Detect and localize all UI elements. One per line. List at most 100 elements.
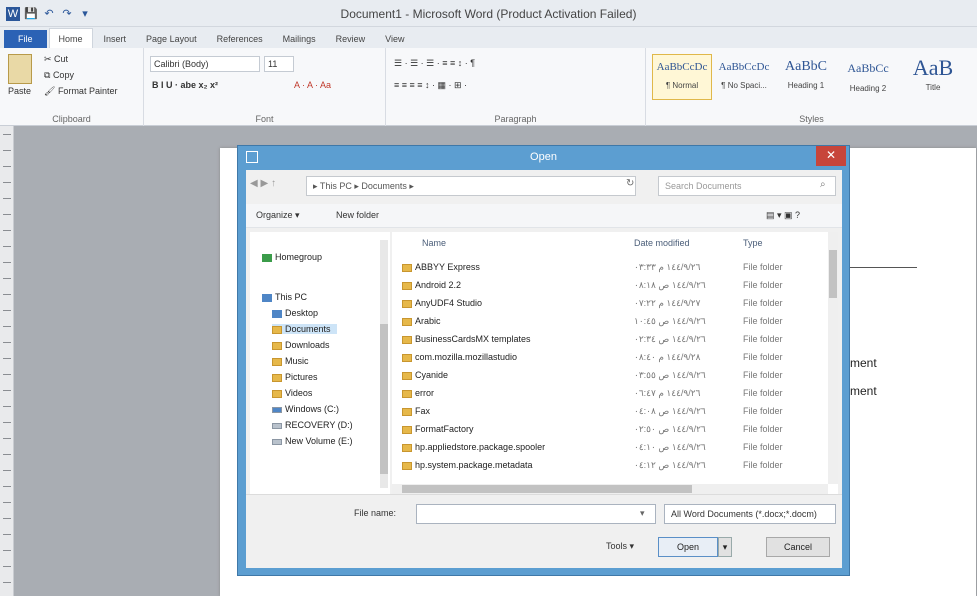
view-options-icons[interactable]: ▤ ▾ ▣ ? xyxy=(766,210,800,221)
file-date: ١٤٤/٩/٢٦ ص ٠٤:١٢ xyxy=(634,460,706,470)
file-row[interactable]: Android 2.2 ١٤٤/٩/٢٦ ص ٠٨:١٨ File folder xyxy=(402,276,822,294)
nav-drive-c[interactable]: Windows (C:) xyxy=(272,404,339,414)
nav-desktop[interactable]: Desktop xyxy=(272,308,318,318)
folder-icon xyxy=(402,461,412,470)
file-name-text: AnyUDF4 Studio xyxy=(415,298,483,308)
nav-videos[interactable]: Videos xyxy=(272,388,312,398)
file-row[interactable]: hp.appliedstore.package.spooler ١٤٤/٩/٢٦ … xyxy=(402,438,822,456)
nav-drive-e[interactable]: New Volume (E:) xyxy=(272,436,353,446)
ruler-tick xyxy=(3,358,11,359)
ruler-tick xyxy=(3,134,11,135)
style-sample: AaBbCcDc xyxy=(656,61,708,73)
nav-homegroup[interactable]: Homegroup xyxy=(262,252,322,262)
open-dropdown-button[interactable]: ▾ xyxy=(718,537,732,557)
file-row[interactable]: Fax ١٤٤/٩/٢٦ ص ٠٤:٠٨ File folder xyxy=(402,402,822,420)
tab-file[interactable]: File xyxy=(4,30,47,48)
scissors-icon: ✂ xyxy=(44,54,55,64)
nav-this-pc[interactable]: This PC xyxy=(262,292,307,302)
style-title[interactable]: AaB Title xyxy=(900,54,966,100)
file-row[interactable]: com.mozilla.mozillastudio ١٤٤/٩/٢٨ م ٠٨:٤… xyxy=(402,348,822,366)
column-name-header[interactable]: Name xyxy=(422,238,446,248)
column-type-header[interactable]: Type xyxy=(743,238,763,248)
style-no-spacing[interactable]: AaBbCcDc ¶ No Spaci... xyxy=(714,54,774,100)
folder-icon xyxy=(402,281,412,290)
refresh-icon[interactable]: ↻ xyxy=(626,178,634,189)
file-name-text: com.mozilla.mozillastudio xyxy=(415,352,518,362)
style-name: ¶ No Spaci... xyxy=(721,81,767,90)
downloads-icon xyxy=(272,341,282,350)
ribbon: Paste ✂ Cut ⧉ Copy 🖌 Format Painter Clip… xyxy=(0,48,977,126)
tab-home[interactable]: Home xyxy=(48,28,93,48)
tab-page-layout[interactable]: Page Layout xyxy=(137,30,206,48)
back-forward-up-icons[interactable]: ◀ ▶ ↑ xyxy=(250,178,276,189)
search-icon[interactable]: ⌕ xyxy=(820,179,826,190)
cancel-button[interactable]: Cancel xyxy=(766,537,830,557)
font-color-buttons[interactable]: A · A · Aa xyxy=(294,80,331,90)
paste-icon[interactable] xyxy=(8,54,32,84)
cut-label: Cut xyxy=(54,54,69,64)
homegroup-icon xyxy=(262,253,272,262)
ruler-tick xyxy=(3,342,11,343)
new-folder-button[interactable]: New folder xyxy=(336,210,379,220)
file-date: ١٤٤/٩/٢٦ ص ٠٤:١٠ xyxy=(634,442,706,452)
tab-view[interactable]: View xyxy=(376,30,413,48)
style-normal[interactable]: AaBbCcDc ¶ Normal xyxy=(652,54,712,100)
folder-icon xyxy=(402,335,412,344)
file-row[interactable]: AnyUDF4 Studio ١٤٤/٩/٢٧ م ٠٧:٢٢ File folde… xyxy=(402,294,822,312)
nav-drive-d[interactable]: RECOVERY (D:) xyxy=(272,420,353,430)
tab-insert[interactable]: Insert xyxy=(95,30,136,48)
font-name-select[interactable]: Calibri (Body) xyxy=(150,56,260,72)
file-name-input[interactable] xyxy=(416,504,656,524)
ruler-tick xyxy=(3,198,11,199)
nav-pictures[interactable]: Pictures xyxy=(272,372,318,382)
nav-scroll-thumb[interactable] xyxy=(380,324,388,474)
horizontal-scroll-thumb[interactable] xyxy=(402,485,692,493)
paste-button[interactable]: Paste xyxy=(8,86,31,96)
font-size-select[interactable]: 11 xyxy=(264,56,294,72)
vertical-scroll-thumb[interactable] xyxy=(829,250,837,298)
file-name: FormatFactory xyxy=(402,420,474,438)
file-row[interactable]: BusinessCardsMX templates ١٤٤/٩/٢٦ ص ٠٢:٣… xyxy=(402,330,822,348)
open-button[interactable]: Open xyxy=(658,537,718,557)
file-row[interactable]: FormatFactory ١٤٤/٩/٢٦ ص ٠٢:٥٠ File folder xyxy=(402,420,822,438)
font-label: Font xyxy=(255,114,274,124)
style-heading-2[interactable]: AaBbCc Heading 2 xyxy=(838,54,898,100)
tools-button[interactable]: Tools ▾ xyxy=(606,541,634,552)
file-name-text: Arabic xyxy=(415,316,441,326)
file-row[interactable]: error ١٤٤/٩/٢٦ م ٠٦:٤٧ File folder xyxy=(402,384,822,402)
chevron-down-icon[interactable]: ▾ xyxy=(640,508,645,519)
file-type: File folder xyxy=(743,352,783,362)
file-row[interactable]: Arabic ١٤٤/٩/٢٦ ص ١٠:٤٥ File folder xyxy=(402,312,822,330)
style-heading-1[interactable]: AaBbC Heading 1 xyxy=(776,54,836,100)
format-painter-button[interactable]: 🖌 Format Painter xyxy=(44,86,117,97)
file-row[interactable]: Cyanide ١٤٤/٩/٢٦ ص ٠٣:٥٥ File folder xyxy=(402,366,822,384)
folder-icon xyxy=(402,299,412,308)
folder-icon xyxy=(402,353,412,362)
alignment-buttons[interactable]: ≡ ≡ ≡ ≡ ↕ · ▦ · ⊞ · xyxy=(394,80,467,91)
file-row[interactable]: hp.system.package.metadata ١٤٤/٩/٢٦ ص ٠٤:… xyxy=(402,456,822,474)
dialog-title: Open xyxy=(530,151,557,163)
music-icon xyxy=(272,357,282,366)
ruler-tick xyxy=(3,406,11,407)
organize-button[interactable]: Organize ▾ xyxy=(256,210,300,221)
address-bar[interactable]: ▸ This PC ▸ Documents ▸ xyxy=(306,176,636,196)
nav-music[interactable]: Music xyxy=(272,356,309,366)
file-type-select[interactable]: All Word Documents (*.docx;*.docm) xyxy=(664,504,836,524)
file-date: ١٤٤/٩/٢٧ م ٠٧:٢٢ xyxy=(634,298,701,308)
text-format-buttons[interactable]: B I U · abe x₂ x² xyxy=(152,80,218,90)
tab-mailings[interactable]: Mailings xyxy=(274,30,325,48)
column-date-header[interactable]: Date modified xyxy=(634,238,690,248)
nav-label: Homegroup xyxy=(275,252,323,262)
copy-button[interactable]: ⧉ Copy xyxy=(44,70,74,81)
nav-downloads[interactable]: Downloads xyxy=(272,340,330,350)
cut-button[interactable]: ✂ Cut xyxy=(44,54,68,65)
ruler-tick xyxy=(3,166,11,167)
list-indent-buttons[interactable]: ☰ · ☰ · ☰ · ≡ ≡ ↕ · ¶ xyxy=(394,58,475,69)
nav-documents[interactable]: Documents xyxy=(272,324,337,334)
close-button[interactable]: ✕ xyxy=(816,146,846,166)
tab-references[interactable]: References xyxy=(208,30,272,48)
search-input[interactable]: Search Documents xyxy=(658,176,836,196)
ruler-tick xyxy=(3,582,11,583)
tab-review[interactable]: Review xyxy=(327,30,375,48)
file-row[interactable]: ABBYY Express ١٤٤/٩/٢٦ م ٠٣:٣٣ File folder xyxy=(402,258,822,276)
